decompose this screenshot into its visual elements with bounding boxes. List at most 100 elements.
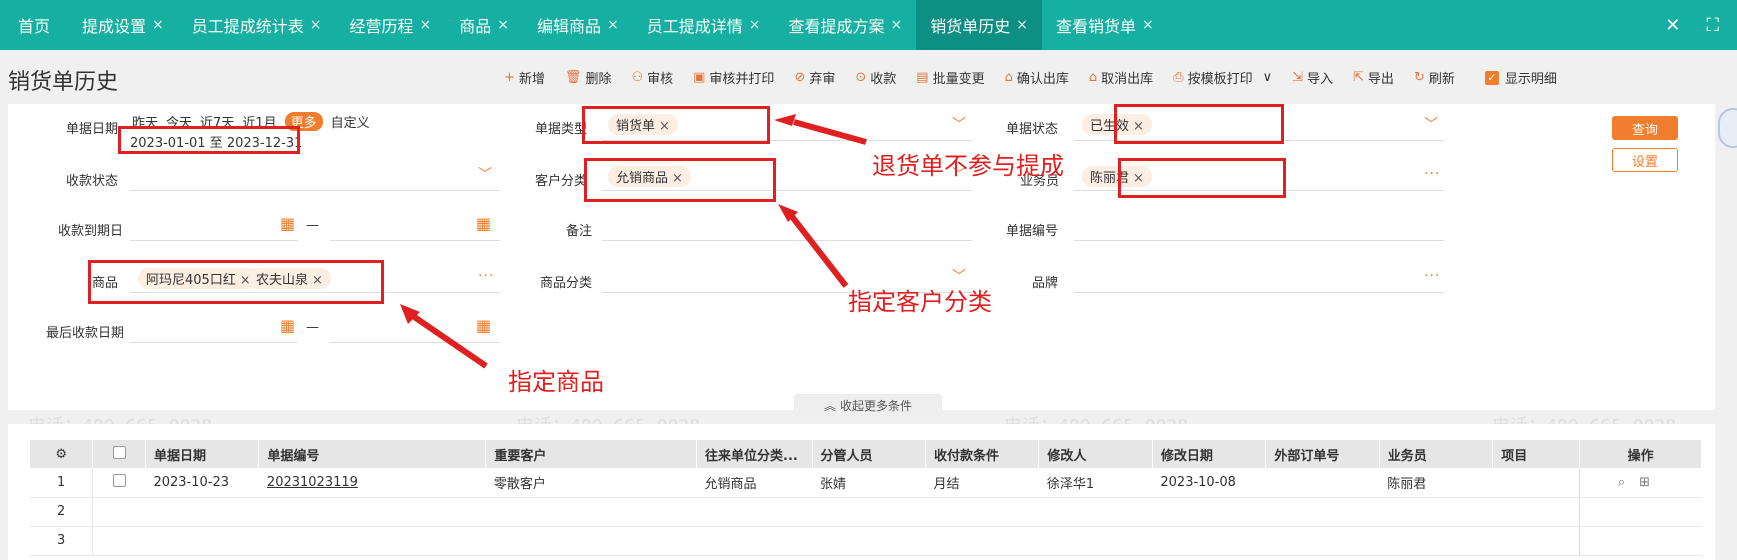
page-title: 销货单历史: [8, 70, 119, 95]
toolbar-button[interactable]: ↻ 刷新: [1404, 68, 1465, 87]
more-options-icon[interactable]: ···: [1424, 268, 1440, 284]
assistant-avatar[interactable]: [1718, 108, 1737, 148]
toolbar-button[interactable]: ⇲ 导入: [1282, 68, 1343, 87]
tab-item[interactable]: 查看提成方案 ×: [775, 0, 917, 50]
toolbar-button[interactable]: ▤ 批量变更: [906, 68, 994, 87]
table-column-header[interactable]: 修改人: [1038, 440, 1153, 468]
query-button[interactable]: 查询: [1612, 116, 1678, 140]
close-all-icon[interactable]: ✕: [1665, 15, 1680, 36]
table-column-header[interactable]: 项目: [1492, 440, 1581, 468]
tab-close-icon[interactable]: ×: [497, 17, 509, 33]
tab-close-icon[interactable]: ×: [310, 17, 322, 33]
tab-item[interactable]: 提成设置 ×: [68, 0, 178, 50]
arrow-return: [793, 119, 867, 145]
toolbar-button[interactable]: ⌂ 取消出库: [1079, 68, 1163, 87]
table-cell: [696, 526, 813, 556]
toolbar-button[interactable]: + 新增: [494, 68, 555, 87]
tab-label: 员工提成详情: [646, 17, 743, 36]
toolbar-button[interactable]: 🗑 删除: [555, 68, 622, 87]
highlight-date-range: [118, 126, 300, 154]
collapse-conditions-button[interactable]: ︽ 收起更多条件: [794, 394, 942, 416]
table-column-header[interactable]: 外部订单号: [1265, 440, 1380, 468]
table-column-header[interactable]: 单据日期: [145, 440, 260, 468]
toolbar-button[interactable]: ⌂ 确认出库: [995, 68, 1079, 87]
calendar-icon[interactable]: ▦: [476, 316, 491, 335]
row-checkbox[interactable]: [92, 497, 146, 527]
last-collect-end-underline: [330, 342, 500, 343]
toolbar-button-label: 按模板打印: [1187, 72, 1253, 87]
table-column-header[interactable]: 操作: [1579, 440, 1702, 468]
table-cell: [1038, 526, 1153, 556]
toolbar-button[interactable]: ⇱ 导出: [1343, 68, 1404, 87]
chevron-down-icon[interactable]: ﹀: [478, 164, 492, 184]
tab-item[interactable]: 商品 ×: [445, 0, 523, 50]
select-all-checkbox[interactable]: [92, 440, 146, 468]
table-row[interactable]: 3: [30, 526, 1702, 556]
tab-item[interactable]: 员工提成详情 ×: [633, 0, 775, 50]
table-column-header[interactable]: 分管人员: [812, 440, 926, 468]
last-collect-label: 最后收款日期: [46, 326, 125, 341]
last-collect-start-underline: [130, 342, 298, 343]
table-column-header[interactable]: 收付款条件: [925, 440, 1040, 468]
table-column-header[interactable]: 往来单位分类...: [696, 440, 813, 468]
toolbar-button-label: 刷新: [1428, 72, 1455, 87]
toolbar-button-label: 导入: [1307, 72, 1334, 87]
toolbar-button[interactable]: ▣ 审核并打印: [683, 68, 784, 87]
tab-item[interactable]: 经营历程 ×: [336, 0, 446, 50]
table-cell: [1265, 526, 1380, 556]
date-shortcut-chip[interactable]: 自定义: [331, 112, 370, 131]
row-checkbox[interactable]: [92, 468, 146, 498]
tab-item[interactable]: 首页: [0, 0, 68, 50]
batch-edit-icon: ▤: [916, 70, 929, 85]
table-column-header[interactable]: 重要客户: [485, 440, 698, 468]
table-cell: [925, 497, 1039, 527]
calendar-icon[interactable]: ▦: [280, 316, 295, 335]
column-settings-icon[interactable]: ⚙: [30, 440, 94, 468]
table-body: 1 2023-10-23 20231023119 零散客户 允销商品 张婧 月结 徐泽华1 20…: [30, 468, 1702, 556]
chevron-down-icon[interactable]: ﹀: [1424, 114, 1438, 134]
settings-button[interactable]: 设置: [1612, 148, 1678, 172]
tab-close-icon[interactable]: ×: [1016, 17, 1028, 33]
more-options-icon[interactable]: ···: [1424, 166, 1440, 182]
row-checkbox[interactable]: [92, 526, 146, 556]
view-detail-icon[interactable]: ⌕: [1618, 475, 1625, 490]
calendar-icon[interactable]: ▦: [280, 214, 295, 233]
calendar-icon[interactable]: ▦: [476, 214, 491, 233]
more-options-icon[interactable]: ···: [478, 268, 494, 284]
toolbar-button[interactable]: ⊘ 弃审: [784, 68, 845, 87]
tab-close-icon[interactable]: ×: [152, 17, 164, 33]
chevron-down-icon[interactable]: ∨: [1263, 70, 1273, 85]
toolbar-button[interactable]: ⎙ 按模板打印 ∨: [1163, 68, 1282, 87]
doc-type-label: 单据类型: [535, 122, 588, 137]
table-cell: [1379, 497, 1493, 527]
table-cell: [485, 526, 697, 556]
tab-close-icon[interactable]: ×: [420, 17, 432, 33]
tab-label: 查看提成方案: [788, 17, 885, 36]
tab-close-icon[interactable]: ×: [1142, 17, 1154, 33]
arrow-customer: [787, 212, 849, 288]
tab-item[interactable]: 员工提成统计表 ×: [178, 0, 336, 50]
table-column-header[interactable]: 修改日期: [1152, 440, 1267, 468]
toolbar-button[interactable]: ⊙ 收款: [845, 68, 906, 87]
row-actions: [1579, 497, 1702, 527]
fullscreen-icon[interactable]: ⛶: [1706, 15, 1719, 36]
doc-number-link[interactable]: 20231023119: [267, 475, 358, 490]
table-cell: [258, 497, 486, 527]
table-column-header[interactable]: 单据编号: [258, 440, 487, 468]
table-column-header[interactable]: 业务员: [1379, 440, 1494, 468]
table-cell: [812, 526, 926, 556]
tab-item[interactable]: 查看销货单 ×: [1042, 0, 1168, 50]
table-cell: 徐泽华1: [1038, 468, 1153, 498]
show-detail-toggle[interactable]: ✓ 显示明细: [1484, 68, 1557, 87]
row-actions: [1579, 526, 1702, 556]
chevron-down-icon[interactable]: ﹀: [952, 114, 966, 134]
table-row[interactable]: 2: [30, 497, 1702, 527]
tab-item[interactable]: 编辑商品 ×: [523, 0, 633, 50]
tab-close-icon[interactable]: ×: [607, 17, 619, 33]
tab-close-icon[interactable]: ×: [891, 17, 903, 33]
toolbar-button[interactable]: ⚇ 审核: [621, 68, 683, 87]
tab-close-icon[interactable]: ×: [749, 17, 761, 33]
tab-item[interactable]: 销货单历史 ×: [916, 0, 1043, 50]
grid-icon[interactable]: ⊞: [1639, 475, 1650, 490]
table-row[interactable]: 1 2023-10-23 20231023119 零散客户 允销商品 张婧 月结 徐泽华1 20…: [30, 468, 1702, 498]
